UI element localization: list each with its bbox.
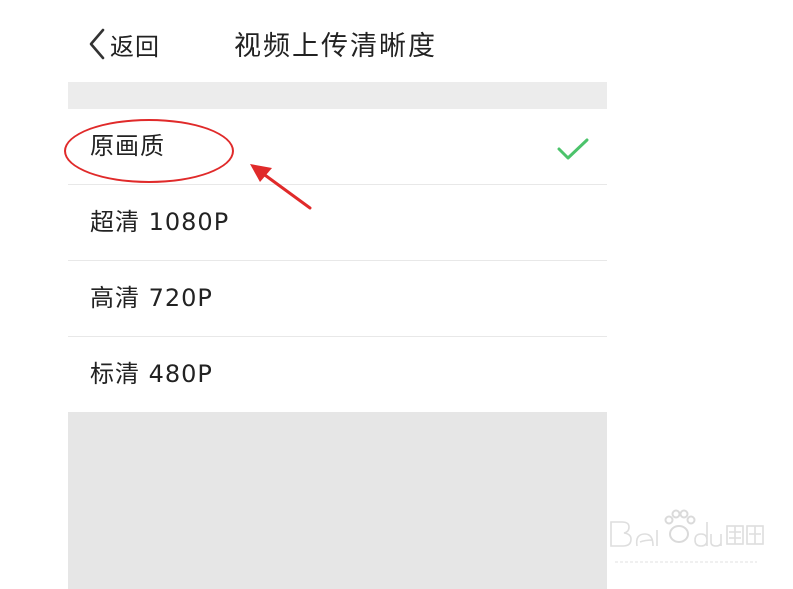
- option-label: 高清 720P: [90, 284, 213, 312]
- option-720p[interactable]: 高清 720P: [68, 261, 607, 336]
- section-spacer: [68, 82, 607, 109]
- page-title: 视频上传清晰度: [234, 31, 437, 62]
- empty-background: [68, 412, 607, 589]
- screen: 返回 视频上传清晰度 原画质 超清 1080P 高清 720P 标清 480P: [0, 0, 793, 589]
- option-label: 超清 1080P: [90, 208, 230, 236]
- option-label: 原画质: [90, 132, 165, 160]
- option-original-quality[interactable]: 原画质: [68, 109, 607, 184]
- navigation-bar: 返回 视频上传清晰度: [68, 0, 607, 82]
- option-480p[interactable]: 标清 480P: [68, 337, 607, 412]
- back-button[interactable]: 返回: [88, 26, 160, 62]
- back-label: 返回: [110, 32, 160, 61]
- check-icon: [557, 137, 589, 165]
- baidu-jingyan-watermark: [607, 500, 767, 580]
- resolution-option-list: 原画质 超清 1080P 高清 720P 标清 480P: [68, 109, 607, 412]
- chevron-left-icon: [88, 28, 106, 60]
- option-1080p[interactable]: 超清 1080P: [68, 185, 607, 260]
- option-label: 标清 480P: [90, 360, 213, 388]
